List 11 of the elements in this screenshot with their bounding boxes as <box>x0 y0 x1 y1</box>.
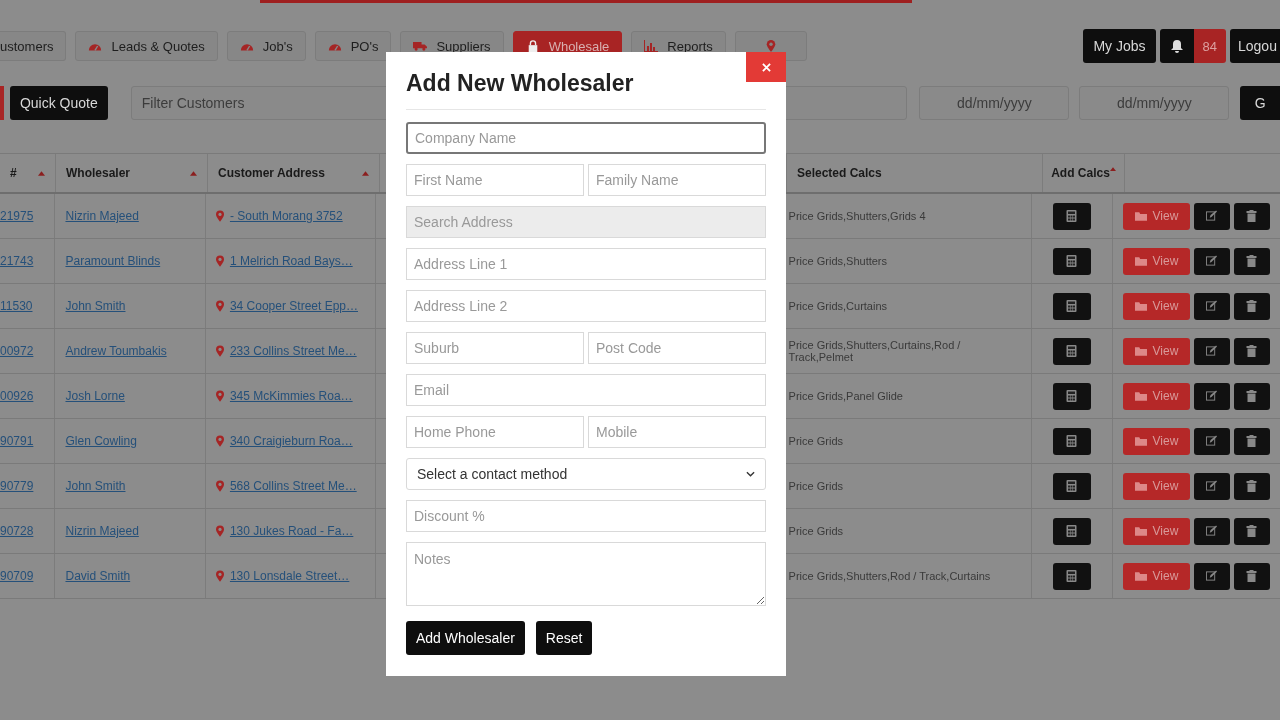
modal-title: Add New Wholesaler <box>406 70 766 110</box>
table-cell: Price Grids,Shutters <box>788 255 888 267</box>
table-cell: Price Grids <box>788 525 843 537</box>
table-cell: Price Grids,Curtains <box>788 300 888 312</box>
table-cell: Price Grids <box>788 480 843 492</box>
table-cell: Price Grids,Panel Glide <box>788 390 903 402</box>
table-cell: Price Grids <box>788 435 843 447</box>
notification-badge: 84 <box>1193 29 1226 63</box>
table-cell: Price Grids,Shutters,Rod / Track,Curtains <box>788 570 991 582</box>
table-cell: Price Grids,Shutters,Grids 4 <box>788 210 926 222</box>
table-cell-text: Price Grids,Shutters,Curtains,Rod / Track,Pelmet <box>788 339 962 363</box>
